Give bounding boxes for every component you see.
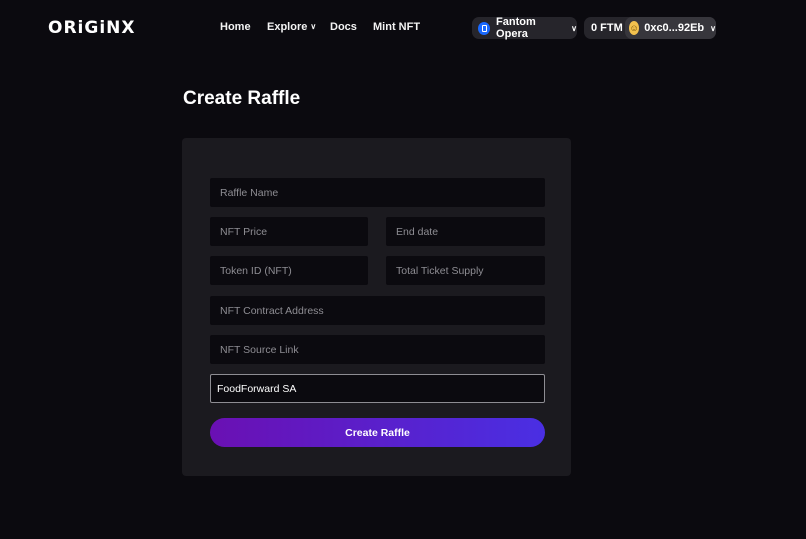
nav-docs[interactable]: Docs	[330, 21, 357, 33]
network-selector[interactable]: Fantom Opera ∨	[472, 16, 577, 40]
originx-logo[interactable]: ORiGiNX	[48, 18, 135, 38]
nav-home[interactable]: Home	[220, 21, 251, 33]
address-label: 0xc0...92Eb	[644, 22, 705, 34]
account-address-button[interactable]: ☺ 0xc0...92Eb ∨	[625, 17, 716, 39]
end-date-input[interactable]: End date	[386, 217, 545, 246]
fantom-logo-icon	[478, 21, 491, 35]
top-navbar: ORiGiNX Home Explore ∨ Docs Mint NFT Fant…	[0, 0, 806, 58]
nft-source-link-input[interactable]: NFT Source Link	[210, 335, 545, 364]
chevron-down-icon: ∨	[310, 22, 317, 31]
network-label: Fantom Opera	[496, 16, 536, 40]
account-widget[interactable]: 0 FTM ☺ 0xc0...92Eb ∨	[584, 17, 716, 39]
chevron-down-icon: ∨	[571, 23, 577, 33]
nav-mint-nft[interactable]: Mint NFT	[373, 21, 420, 33]
charity-select[interactable]: FoodForward SA	[210, 374, 545, 403]
nft-contract-address-input[interactable]: NFT Contract Address	[210, 296, 545, 325]
chevron-down-icon: ∨	[710, 23, 716, 33]
raffle-name-input[interactable]: Raffle Name	[210, 178, 545, 207]
ticket-supply-input[interactable]: Total Ticket Supply	[386, 256, 545, 285]
nft-price-input[interactable]: NFT Price	[210, 217, 368, 246]
balance-label: 0 FTM	[591, 22, 623, 34]
create-raffle-button[interactable]: Create Raffle	[210, 418, 545, 447]
page-title: Create Raffle	[183, 88, 301, 109]
avatar: ☺	[629, 21, 640, 35]
nav-explore[interactable]: Explore ∨	[267, 21, 316, 33]
nav-explore-label: Explore	[267, 21, 308, 33]
token-id-input[interactable]: Token ID (NFT)	[210, 256, 368, 285]
